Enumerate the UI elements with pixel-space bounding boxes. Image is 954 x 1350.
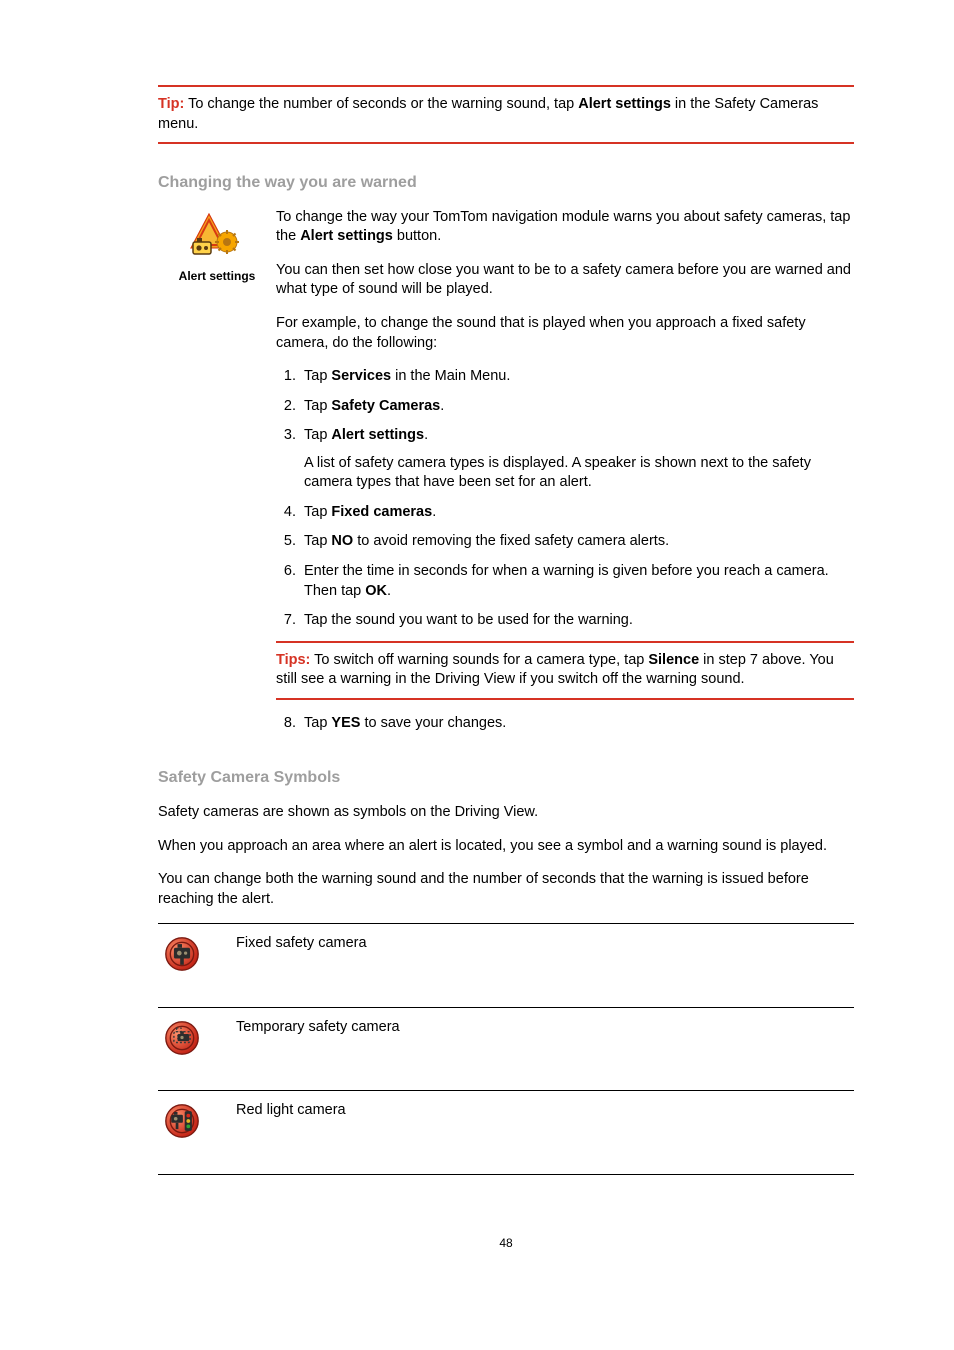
alert-settings-caption: Alert settings [158, 268, 276, 284]
section-heading-changing: Changing the way you are warned [158, 172, 854, 194]
tip-bold: Alert settings [578, 96, 671, 112]
step-6: 6. Enter the time in seconds for when a … [276, 562, 854, 601]
sym-p3: You can change both the warning sound an… [158, 870, 854, 909]
section-heading-symbols: Safety Camera Symbols [158, 767, 854, 789]
sub-3-text: A list of safety camera types is display… [304, 454, 854, 493]
inner-tip-label: Tips: [276, 652, 310, 668]
alert-settings-left: Alert settings [158, 208, 276, 285]
tip-box-top: Tip: To change the number of seconds or … [158, 85, 854, 144]
alert-settings-block: Alert settings To change the way your To… [158, 208, 854, 744]
para-1: To change the way your TomTom navigation… [276, 208, 854, 247]
table-row: Fixed safety camera [158, 924, 854, 1008]
red-light-camera-label: Red light camera [230, 1091, 854, 1175]
tip-label: Tip: [158, 96, 184, 112]
sym-p2: When you approach an area where an alert… [158, 837, 854, 857]
inner-tip-box: Tips: To switch off warning sounds for a… [276, 641, 854, 700]
tip-text: To change the number of seconds or the w… [188, 96, 578, 112]
steps-list-c: 8. Tap YES to save your changes. [276, 714, 854, 734]
step-2: 2. Tap Safety Cameras. [276, 397, 854, 417]
temporary-camera-label: Temporary safety camera [230, 1007, 854, 1091]
table-row: Temporary safety camera [158, 1007, 854, 1091]
para-2: You can then set how close you want to b… [276, 261, 854, 300]
symbols-table: Fixed safety camera Temporary safety cam… [158, 923, 854, 1175]
steps-list-b: 4. Tap Fixed cameras. 5. Tap NO to avoid… [276, 503, 854, 631]
alert-settings-right: To change the way your TomTom navigation… [276, 208, 854, 744]
step-3: 3. Tap Alert settings. [276, 426, 854, 446]
page-number: 48 [158, 1235, 854, 1251]
step-5: 5. Tap NO to avoid removing the fixed sa… [276, 532, 854, 552]
document-page: Tip: To change the number of seconds or … [0, 0, 954, 1291]
alert-settings-icon [189, 212, 245, 260]
step-7: 7. Tap the sound you want to be used for… [276, 611, 854, 631]
steps-list-a: 1. Tap Services in the Main Menu. 2. Tap… [276, 367, 854, 446]
red-light-camera-icon [164, 1103, 200, 1139]
step-8: 8. Tap YES to save your changes. [276, 714, 854, 734]
temporary-camera-icon [164, 1020, 200, 1056]
step-1: 1. Tap Services in the Main Menu. [276, 367, 854, 387]
fixed-camera-icon [164, 936, 200, 972]
step-4: 4. Tap Fixed cameras. [276, 503, 854, 523]
sym-p1: Safety cameras are shown as symbols on t… [158, 803, 854, 823]
para-3: For example, to change the sound that is… [276, 314, 854, 353]
table-row: Red light camera [158, 1091, 854, 1175]
fixed-camera-label: Fixed safety camera [230, 924, 854, 1008]
